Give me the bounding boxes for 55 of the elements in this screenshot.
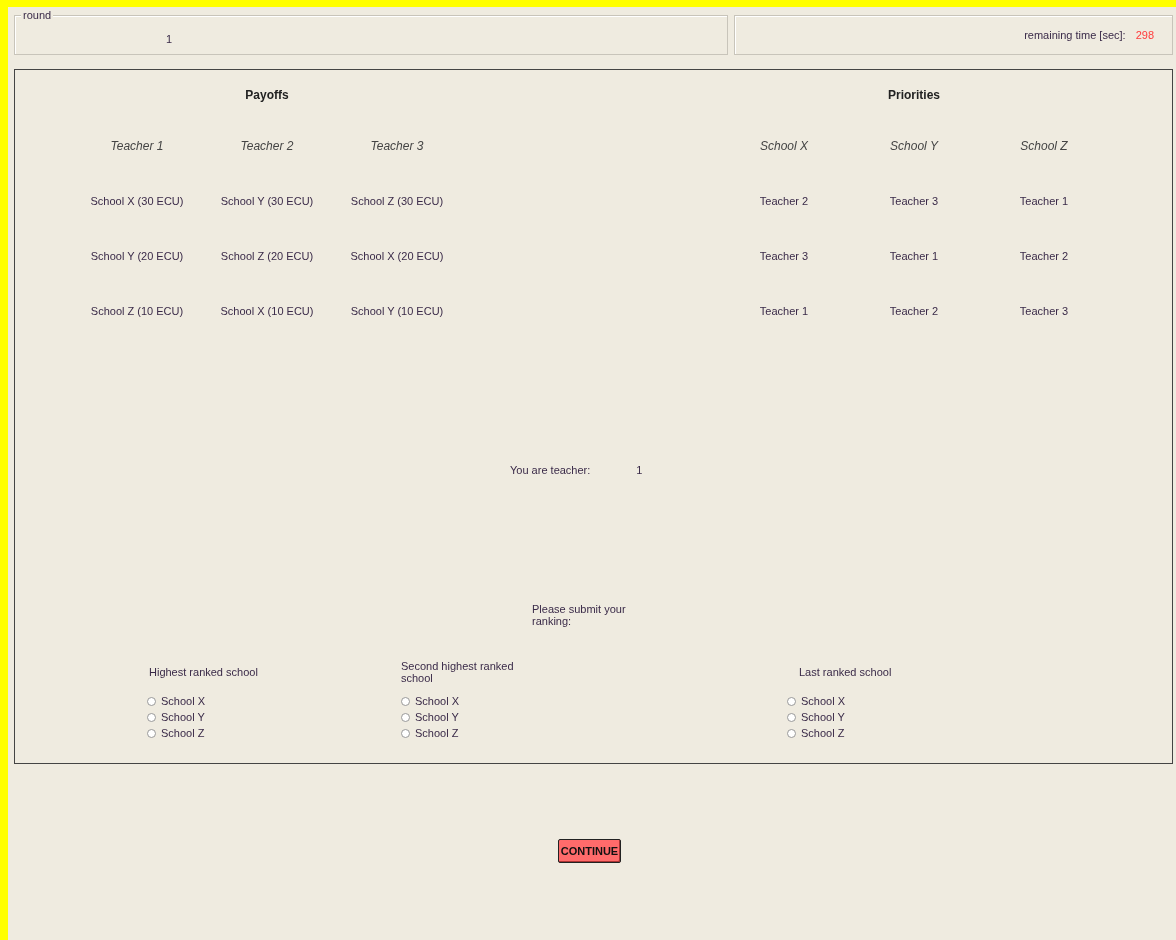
radio-button[interactable] — [401, 696, 410, 706]
table-cell-text: School Y (10 ECU) — [349, 304, 445, 317]
table-cell-text: School Y (20 ECU) — [89, 249, 185, 262]
continue-button[interactable]: CONTINUE — [557, 839, 622, 863]
table-cell-text: School Z (10 ECU) — [89, 304, 185, 317]
payoffs-title: Payoffs — [244, 87, 290, 102]
radio-option[interactable]: School X — [787, 695, 1172, 707]
table-cell-text: School X (20 ECU) — [349, 249, 445, 262]
column-header: School Y — [889, 138, 940, 153]
timer-value: 298 — [1135, 29, 1154, 41]
column-header: Teacher 3 — [369, 138, 425, 153]
radio-option[interactable]: School X — [401, 695, 787, 707]
radio-button[interactable] — [787, 728, 796, 738]
timer-label: remaining time [sec]: — [1024, 29, 1126, 41]
radio-button[interactable] — [147, 696, 156, 706]
radio-button[interactable] — [787, 712, 796, 722]
priorities-title: Priorities — [887, 87, 941, 102]
radio-option[interactable]: School Z — [787, 727, 1172, 739]
table-cell-text: Teacher 2 — [888, 304, 940, 317]
table-cell-text: Teacher 1 — [888, 249, 940, 262]
radio-button[interactable] — [147, 712, 156, 722]
column-header: Teacher 1 — [109, 138, 165, 153]
column-header: School Z — [1019, 138, 1069, 153]
table-cell-text: Teacher 3 — [888, 194, 940, 207]
radio-button[interactable] — [787, 696, 796, 706]
ranking-label: Last ranked school — [798, 665, 893, 680]
table-cell-text: School Y (30 ECU) — [219, 194, 315, 207]
table-cell-text: Teacher 3 — [758, 249, 810, 262]
table-cell-text: School Z (30 ECU) — [349, 194, 445, 207]
teacher-value: 1 — [636, 464, 643, 476]
radio-option[interactable]: School Y — [787, 711, 1172, 723]
teacher-label: You are teacher: — [510, 464, 591, 476]
radio-option[interactable]: School Z — [147, 727, 401, 739]
table-cell-text: School X (30 ECU) — [89, 194, 185, 207]
table-cell-text: Teacher 3 — [1018, 304, 1070, 317]
table-cell-text: Teacher 1 — [1018, 194, 1070, 207]
column-header: Teacher 2 — [239, 138, 295, 153]
round-value: 1 — [166, 33, 173, 45]
table-cell-text: Teacher 2 — [1018, 249, 1070, 262]
table-cell-text: Teacher 1 — [758, 304, 810, 317]
table-cell-text: School X (10 ECU) — [219, 304, 315, 317]
radio-option[interactable]: School Z — [401, 727, 787, 739]
radio-button[interactable] — [401, 728, 410, 738]
radio-button[interactable] — [401, 712, 410, 722]
table-cell-text: School Z (20 ECU) — [219, 249, 315, 262]
radio-option[interactable]: School X — [147, 695, 401, 707]
ranking-label: Highest ranked school — [148, 665, 259, 680]
radio-option[interactable]: School Y — [401, 711, 787, 723]
ranking-prompt: Please submit your ranking: — [532, 603, 627, 627]
radio-button[interactable] — [147, 728, 156, 738]
column-header: School X — [759, 138, 809, 153]
round-label: round — [21, 9, 54, 21]
ranking-label: Second highest ranked school — [401, 659, 515, 686]
table-cell-text: Teacher 2 — [758, 194, 810, 207]
radio-option[interactable]: School Y — [147, 711, 401, 723]
